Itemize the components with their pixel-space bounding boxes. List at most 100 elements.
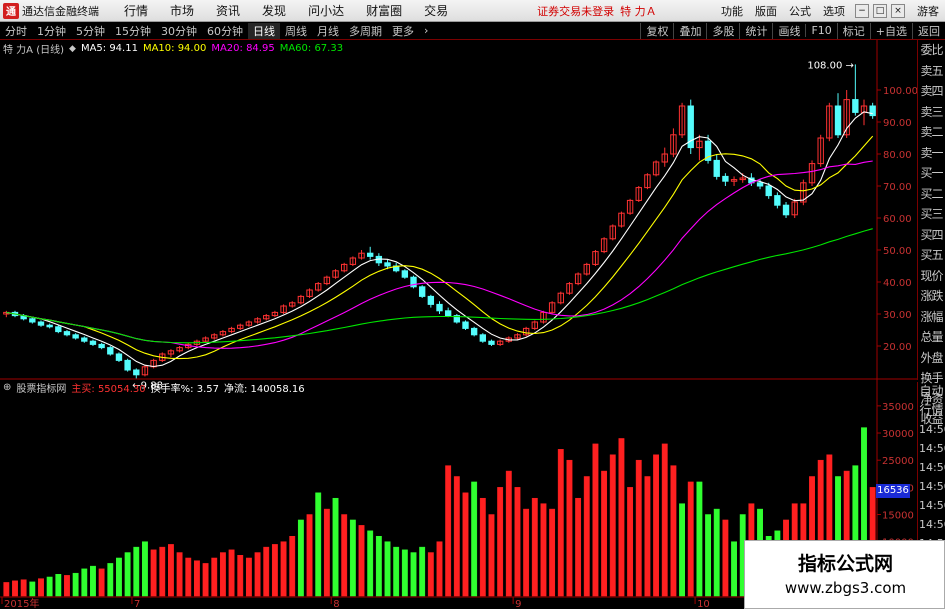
volume-bar (185, 557, 192, 597)
quote-field-label: 现价 (920, 268, 943, 283)
candle-body (89, 340, 97, 345)
candle-body (488, 340, 495, 345)
volume-bar (523, 508, 530, 597)
volume-bar (705, 514, 712, 597)
candle-body (722, 175, 729, 182)
quote-field-label: 外盘 (920, 350, 943, 365)
volume-axis-label: 25000 (882, 456, 914, 467)
price-axis-label: 50.00 (883, 246, 912, 257)
candle-body (384, 262, 391, 267)
date-axis-label: 9 (515, 599, 521, 609)
volume-bar (219, 552, 226, 597)
volume-bar (271, 544, 278, 597)
candle-body (713, 159, 720, 177)
quote-field-label: 总量 (920, 330, 943, 344)
volume-bar (332, 497, 339, 597)
volume-bar (297, 519, 304, 597)
candle-body (63, 331, 71, 336)
volume-bar (116, 557, 122, 597)
volume-bar (176, 552, 183, 597)
volume-bar (670, 465, 677, 597)
quote-panel-tab[interactable]: 行情 (918, 401, 945, 420)
volume-bar (531, 497, 538, 597)
price-axis-label: 100.00 (883, 86, 918, 97)
trading-terminal-window: 通 通达信金融终端 行情 市场 资讯 发现 问小达 财富圈 交易 证券交易未登录… (0, 0, 945, 609)
candle-body (462, 321, 469, 329)
price-axis-label: 30.00 (883, 310, 912, 321)
candle-body (852, 99, 859, 113)
volume-bar (549, 508, 556, 597)
quote-field-label: 买三 (920, 207, 943, 221)
quote-field-label: 买四 (920, 227, 943, 242)
volume-bar (98, 568, 105, 597)
volume-bar (124, 552, 131, 597)
volume-bar (410, 552, 417, 597)
volume-bar (479, 497, 486, 597)
volume-bar (46, 576, 53, 597)
volume-bar (635, 459, 642, 597)
settings-dot-icon[interactable]: ◆ (69, 44, 76, 54)
ma60-label: MA60: 67.33 (279, 43, 344, 54)
volume-bar (618, 438, 625, 597)
turnover-label: 换手率%: 3.57 (150, 384, 219, 395)
quote-field-label: 卖三 (920, 104, 943, 119)
price-axis-label: 40.00 (883, 278, 912, 289)
tick-time: 14:50 (919, 480, 945, 493)
volume-bar (72, 572, 79, 597)
quote-field-label: 卖二 (920, 125, 943, 139)
quote-field-label: 买五 (920, 248, 943, 262)
volume-bar (367, 530, 374, 597)
candle-body (46, 324, 53, 328)
volume-bar (401, 549, 408, 597)
volume-bar (81, 568, 88, 597)
candle-body (55, 326, 62, 333)
candle-body (479, 334, 487, 342)
candle-body (124, 359, 131, 371)
net-flow-label: 净流: 140058.16 (223, 384, 305, 395)
volume-bar (150, 549, 157, 597)
tick-time: 14:50 (919, 442, 945, 455)
quote-panel-tab[interactable]: 自动 (918, 382, 945, 401)
candle-body (98, 343, 105, 349)
tick-time: 14:50 (919, 461, 945, 474)
volume-bar (653, 454, 660, 597)
volume-bar (393, 546, 400, 597)
current-volume-box: 16536 (876, 484, 910, 498)
volume-bar (731, 541, 737, 597)
price-axis-label: 80.00 (883, 150, 912, 161)
price-axis-label: 90.00 (883, 118, 912, 129)
volume-bar (38, 578, 44, 597)
quote-side-panel: 委比 卖五 卖四 卖三 卖二 卖一 买一 买二 买三 买四 买五 现价 涨跌 涨幅 总量 外盘 换手 净资 收益 (917, 40, 945, 426)
volume-bar (323, 508, 330, 597)
volume-bar (713, 508, 720, 597)
volume-bar (202, 563, 209, 597)
volume-bar (142, 541, 148, 597)
candle-body (765, 185, 772, 197)
ma20-label: MA20: 84.95 (211, 43, 275, 54)
date-axis-label: 8 (333, 599, 339, 609)
candle-body (782, 204, 790, 216)
candle-body (367, 252, 374, 257)
volume-axis-label: 35000 (882, 402, 914, 413)
volume-bar (627, 487, 634, 597)
kline-chart[interactable]: 100.00 90.00 80.00 70.00 60.00 50.00 40.00 30.0… (0, 0, 945, 609)
volume-bar (159, 546, 166, 597)
volume-bar (211, 557, 218, 597)
date-axis-label: 2015年 (4, 597, 39, 609)
volume-bar (471, 481, 478, 597)
volume-bar (228, 549, 235, 597)
watermark: 指标公式网 www.zbgs3.com (744, 540, 945, 609)
volume-bar (358, 525, 365, 597)
tick-time: 14:50 (919, 499, 945, 512)
price-axis-label: 60.00 (883, 214, 912, 225)
indicator-settings-icon[interactable]: ⊕ (3, 382, 11, 393)
volume-axis-label: 15000 (882, 511, 914, 522)
quote-field-label: 卖一 (920, 145, 943, 160)
volume-bar (679, 503, 686, 597)
volume-bar (592, 443, 599, 597)
candle-body (444, 310, 452, 317)
volume-bar (12, 580, 18, 597)
price-axis-label: 20.00 (883, 342, 912, 353)
volume-bar (445, 465, 452, 597)
candle-body (436, 303, 443, 312)
